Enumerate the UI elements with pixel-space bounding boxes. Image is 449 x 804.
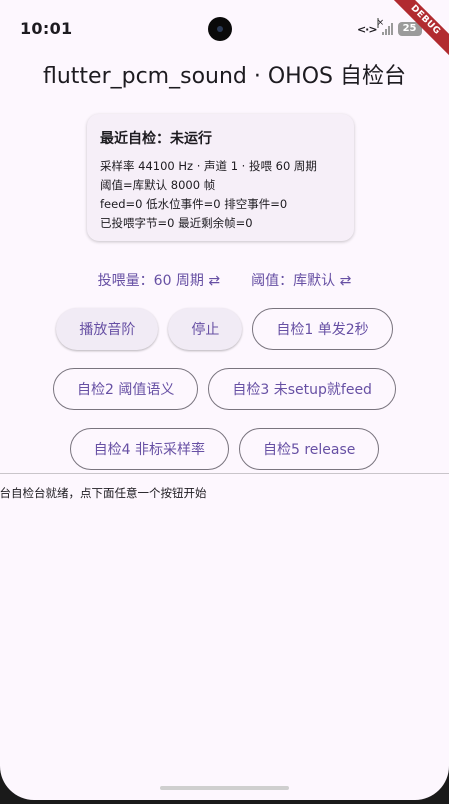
button-row-3: 自检4 非标采样率 自检5 release <box>0 428 449 470</box>
test2-threshold-button[interactable]: 自检2 阈值语义 <box>53 368 199 410</box>
stop-button[interactable]: 停止 <box>168 308 243 350</box>
signal-icon: × <box>376 18 393 35</box>
status-card-title: 最近自检：未运行 <box>100 131 212 147</box>
threshold-toggle[interactable]: 阈值：库默认 ⇄ <box>251 270 351 290</box>
button-row-1: 播放音阶 停止 自检1 单发2秒 <box>0 308 449 350</box>
camera-icon <box>208 17 232 41</box>
play-scale-button[interactable]: 播放音阶 <box>56 308 159 350</box>
divider <box>0 473 449 474</box>
test1-single-shot-button[interactable]: 自检1 单发2秒 <box>252 308 393 350</box>
status-card-line-bytes: 已投喂字节=0 最近剩余帧=0 <box>100 216 253 230</box>
feed-amount-toggle[interactable]: 投喂量：60 周期 ⇄ <box>98 270 220 290</box>
status-card-line-sample-rate: 采样率 44100 Hz · 声道 1 · 投喂 60 周期 <box>100 159 317 173</box>
gesture-bar[interactable] <box>160 786 289 790</box>
test4-nonstandard-rate-button[interactable]: 自检4 非标采样率 <box>69 428 229 470</box>
data-transfer-icon: <·> <box>356 22 378 36</box>
status-card-line-threshold: 阈值=库默认 8000 帧 <box>100 178 216 192</box>
test5-release-button[interactable]: 自检5 release <box>238 428 380 470</box>
app-screen: 10:01 <·> × 25 ⚡ DEBUG flutter_pcm_sound… <box>0 0 449 800</box>
log-text: 平台自检台就绪，点下面任意一个按钮开始 <box>0 486 207 500</box>
status-card: 最近自检：未运行 采样率 44100 Hz · 声道 1 · 投喂 60 周期 … <box>87 114 354 241</box>
status-time: 10:01 <box>20 19 73 38</box>
status-bar: 10:01 <·> × 25 ⚡ <box>0 0 449 58</box>
toggle-row: 投喂量：60 周期 ⇄ 阈值：库默认 ⇄ <box>0 270 449 290</box>
page-title: flutter_pcm_sound · OHOS 自检台 <box>42 64 406 89</box>
status-card-line-events: feed=0 低水位事件=0 排空事件=0 <box>100 197 288 211</box>
button-row-2: 自检2 阈值语义 自检3 未setup就feed <box>0 368 449 410</box>
test3-feed-without-setup-button[interactable]: 自检3 未setup就feed <box>208 368 396 410</box>
